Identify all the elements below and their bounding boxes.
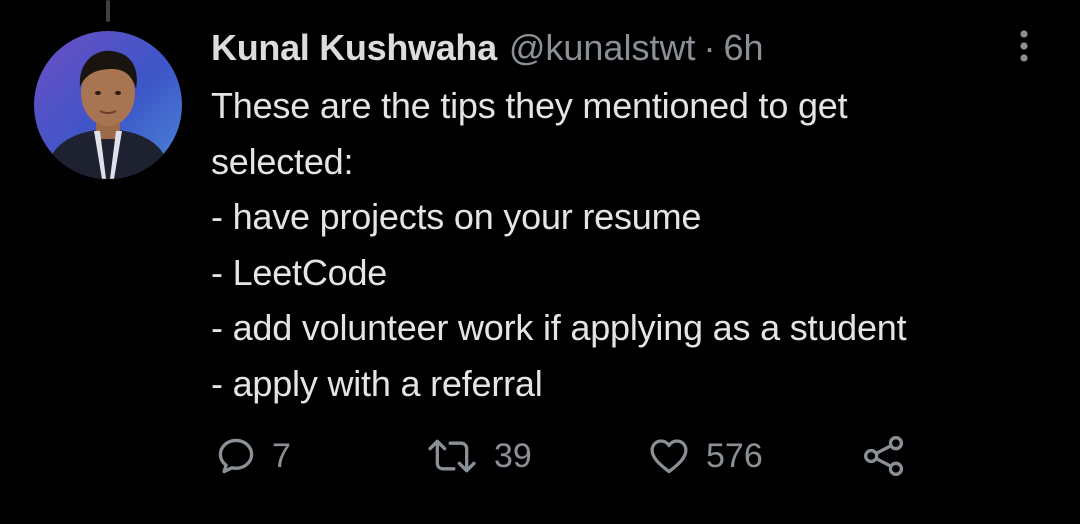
share-icon — [864, 436, 904, 476]
like-count: 576 — [706, 436, 763, 475]
reply-button[interactable]: 7 — [214, 430, 291, 482]
like-button[interactable]: 576 — [646, 430, 763, 482]
author-handle[interactable]: @kunalstwt — [509, 26, 696, 70]
heart-icon — [650, 439, 688, 474]
thread-connector-line — [106, 0, 110, 22]
tweet-header: Kunal Kushwaha @kunalstwt · 6h — [211, 26, 764, 70]
tweet-text-line: These are the tips they mentioned to get — [211, 85, 848, 126]
avatar[interactable] — [34, 31, 182, 179]
more-options-icon[interactable] — [1016, 28, 1032, 64]
tweet-actions-bar: 7 39 576 — [0, 430, 1080, 482]
share-button[interactable] — [860, 430, 908, 482]
tweet-text-line: selected: — [211, 140, 354, 182]
tweet-text-line: - add volunteer work if applying as a st… — [211, 307, 907, 348]
retweet-button[interactable]: 39 — [424, 430, 532, 482]
tweet-timestamp[interactable]: 6h — [723, 26, 763, 70]
tweet-text-line: - have projects on your resume — [211, 196, 702, 237]
avatar-image — [34, 31, 182, 179]
author-name[interactable]: Kunal Kushwaha — [211, 26, 497, 70]
retweet-icon — [428, 439, 476, 473]
tweet-text: These are the tips they mentioned to get… — [211, 78, 1051, 411]
reply-icon — [218, 438, 254, 474]
reply-count: 7 — [272, 436, 291, 475]
retweet-count: 39 — [494, 436, 532, 475]
header-separator: · — [703, 27, 716, 68]
tweet-text-line: - apply with a referral — [211, 362, 543, 404]
tweet-text-line: - LeetCode — [211, 251, 388, 293]
